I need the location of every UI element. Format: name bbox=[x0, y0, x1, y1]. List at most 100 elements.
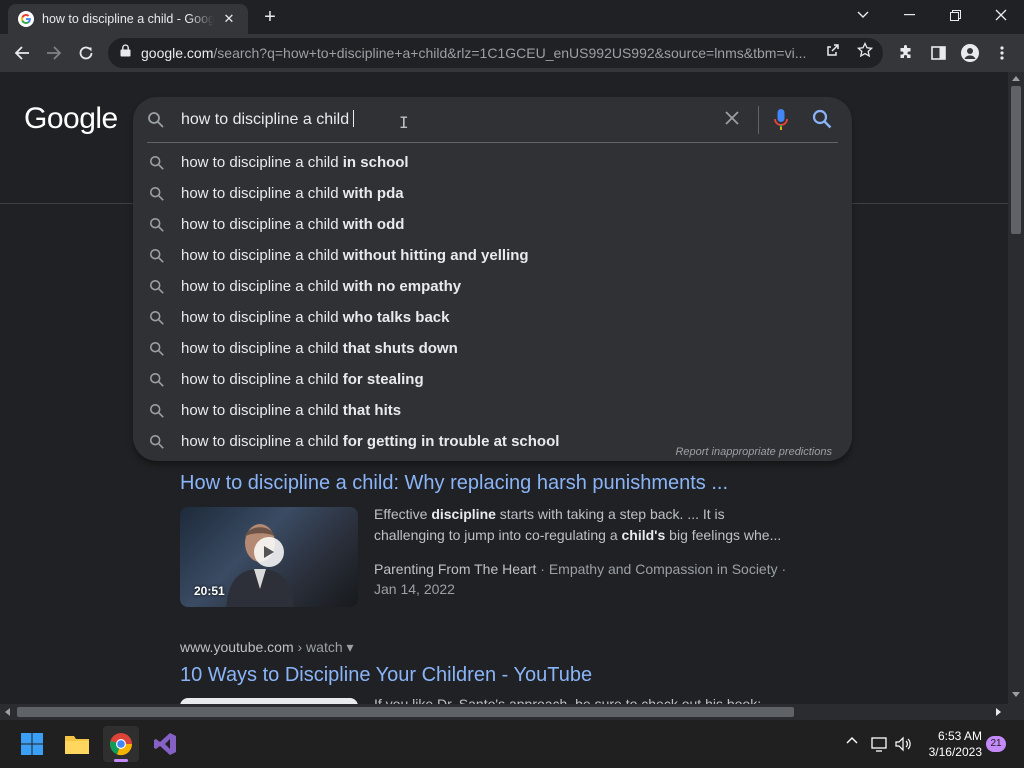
forward-button[interactable] bbox=[40, 39, 68, 67]
share-icon[interactable] bbox=[824, 41, 842, 59]
suggestion-prefix: how to discipline a child bbox=[181, 402, 339, 419]
start-button[interactable] bbox=[14, 726, 50, 762]
close-window-button[interactable] bbox=[978, 0, 1024, 30]
play-icon[interactable] bbox=[254, 537, 284, 567]
suggestion-item[interactable]: how to discipline a child for stealing bbox=[133, 364, 852, 395]
scroll-left-arrow-icon[interactable] bbox=[4, 708, 10, 716]
tab-google-search[interactable]: how to discipline a child - Google Searc… bbox=[8, 4, 248, 34]
mouse-ibeam-cursor: I bbox=[399, 113, 409, 132]
suggestion-search-icon bbox=[149, 217, 164, 232]
minimize-button[interactable] bbox=[886, 0, 932, 30]
chrome-icon bbox=[110, 733, 133, 756]
chrome-taskbar-button[interactable] bbox=[103, 726, 139, 762]
windows-logo-icon bbox=[21, 733, 43, 755]
snippet-text: Effective bbox=[374, 506, 432, 522]
suggestion-prefix: how to discipline a child bbox=[181, 278, 339, 295]
result-date: Jan 14, 2022 bbox=[374, 581, 455, 597]
report-predictions-link[interactable]: Report inappropriate predictions bbox=[675, 446, 832, 458]
suggestion-item[interactable]: how to discipline a child in school bbox=[133, 147, 852, 178]
suggestion-text: how to discipline a child without hittin… bbox=[181, 247, 529, 264]
suggestion-search-icon bbox=[149, 155, 164, 170]
suggestion-search-icon bbox=[149, 248, 164, 263]
search-input[interactable]: how to discipline a child bbox=[181, 110, 355, 129]
back-button[interactable] bbox=[8, 39, 36, 67]
suggestion-item[interactable]: how to discipline a child that shuts dow… bbox=[133, 333, 852, 364]
suggestion-item[interactable]: how to discipline a child with no empath… bbox=[133, 271, 852, 302]
suggestion-search-icon bbox=[149, 310, 164, 325]
chrome-menu-icon[interactable] bbox=[992, 43, 1012, 63]
cite-menu-caret-icon[interactable]: ▾ bbox=[347, 639, 354, 655]
snippet-bold: child's bbox=[621, 527, 666, 543]
reload-button[interactable] bbox=[72, 39, 100, 67]
result-meta-1: Parenting From The Heart · Empathy and C… bbox=[374, 559, 794, 599]
network-display-icon[interactable] bbox=[870, 736, 890, 752]
folder-icon bbox=[65, 736, 89, 754]
visual-studio-button[interactable] bbox=[147, 726, 183, 762]
volume-speaker-icon[interactable] bbox=[894, 736, 914, 752]
scroll-up-arrow-icon[interactable] bbox=[1012, 75, 1020, 81]
suggestion-prefix: how to discipline a child bbox=[181, 433, 339, 450]
vertical-scroll-thumb[interactable] bbox=[1011, 86, 1021, 234]
clear-search-icon[interactable] bbox=[723, 109, 741, 127]
extensions-puzzle-icon[interactable] bbox=[896, 43, 916, 63]
vertical-scrollbar[interactable] bbox=[1008, 72, 1024, 704]
suggestion-item[interactable]: how to discipline a child with odd bbox=[133, 209, 852, 240]
notification-count-badge[interactable]: 21 bbox=[986, 736, 1006, 752]
side-panel-icon[interactable] bbox=[928, 43, 948, 63]
show-hidden-icons-chevron-icon[interactable] bbox=[842, 736, 862, 744]
suggestion-text: how to discipline a child with pda bbox=[181, 185, 404, 202]
suggestion-list: how to discipline a child in school how t… bbox=[133, 147, 852, 457]
scroll-right-arrow-icon[interactable] bbox=[996, 708, 1002, 716]
snippet-bold: discipline bbox=[431, 506, 496, 522]
suggestion-prefix: how to discipline a child bbox=[181, 154, 339, 171]
suggestion-text: how to discipline a child who talks back bbox=[181, 309, 449, 326]
video-thumbnail-1[interactable]: 20:51 bbox=[180, 507, 358, 607]
suggestion-prefix: how to discipline a child bbox=[181, 309, 339, 326]
lock-icon[interactable] bbox=[120, 44, 131, 62]
search-box-separator bbox=[758, 106, 759, 134]
suggestion-item[interactable]: how to discipline a child who talks back bbox=[133, 302, 852, 333]
video-duration: 20:51 bbox=[194, 584, 225, 598]
system-clock[interactable]: 6:53 AM 3/16/2023 bbox=[918, 728, 982, 760]
search-autocomplete: how to discipline a child I how to disci… bbox=[133, 97, 852, 461]
search-submit-icon[interactable] bbox=[812, 109, 832, 129]
suggestion-completion: in school bbox=[342, 154, 409, 171]
suggestion-search-icon bbox=[149, 372, 164, 387]
horizontal-scrollbar[interactable] bbox=[0, 704, 1008, 720]
url-text[interactable]: google.com/search?q=how+to+discipline+a+… bbox=[141, 45, 811, 61]
suggestion-completion: with no empathy bbox=[342, 278, 462, 295]
scroll-down-arrow-icon[interactable] bbox=[1012, 692, 1020, 698]
suggestion-completion: for getting in trouble at school bbox=[342, 433, 560, 450]
horizontal-scroll-thumb[interactable] bbox=[17, 707, 794, 717]
voice-search-mic-icon[interactable] bbox=[773, 108, 789, 132]
scrollbar-corner bbox=[1008, 704, 1024, 720]
restore-button[interactable] bbox=[932, 0, 978, 30]
tab-search-icon[interactable] bbox=[840, 0, 886, 30]
new-tab-button[interactable]: + bbox=[258, 6, 282, 28]
suggestion-item[interactable]: how to discipline a child without hittin… bbox=[133, 240, 852, 271]
suggestion-text: how to discipline a child with no empath… bbox=[181, 278, 461, 295]
result-title-1[interactable]: How to discipline a child: Why replacing… bbox=[180, 472, 728, 495]
result-source: Parenting From The Heart bbox=[374, 561, 537, 577]
profile-avatar-icon[interactable] bbox=[960, 43, 980, 63]
result-cite-2[interactable]: www.youtube.com › watch ▾ bbox=[180, 639, 354, 656]
suggestion-text: how to discipline a child that hits bbox=[181, 402, 401, 419]
clock-date: 3/16/2023 bbox=[928, 745, 982, 759]
search-box[interactable]: how to discipline a child I bbox=[133, 97, 852, 143]
cite-site: www.youtube.com bbox=[180, 639, 294, 655]
tab-close-icon[interactable]: ✕ bbox=[220, 11, 238, 27]
google-logo[interactable]: Google bbox=[24, 102, 118, 136]
bookmark-star-icon[interactable] bbox=[856, 41, 874, 59]
suggestion-prefix: how to discipline a child bbox=[181, 371, 339, 388]
suggestion-item[interactable]: how to discipline a child that hits bbox=[133, 395, 852, 426]
file-explorer-button[interactable] bbox=[59, 726, 95, 762]
result-title-2[interactable]: 10 Ways to Discipline Your Children - Yo… bbox=[180, 664, 592, 687]
suggestion-prefix: how to discipline a child bbox=[181, 185, 339, 202]
suggestion-item[interactable]: how to discipline a child with pda bbox=[133, 178, 852, 209]
suggestion-search-icon bbox=[149, 341, 164, 356]
suggestion-completion: without hitting and yelling bbox=[342, 247, 529, 264]
suggestion-completion: with odd bbox=[342, 216, 405, 233]
suggestion-text: how to discipline a child that shuts dow… bbox=[181, 340, 458, 357]
address-bar[interactable]: google.com/search?q=how+to+discipline+a+… bbox=[108, 38, 883, 68]
snippet-text: big feelings whe... bbox=[665, 527, 782, 543]
